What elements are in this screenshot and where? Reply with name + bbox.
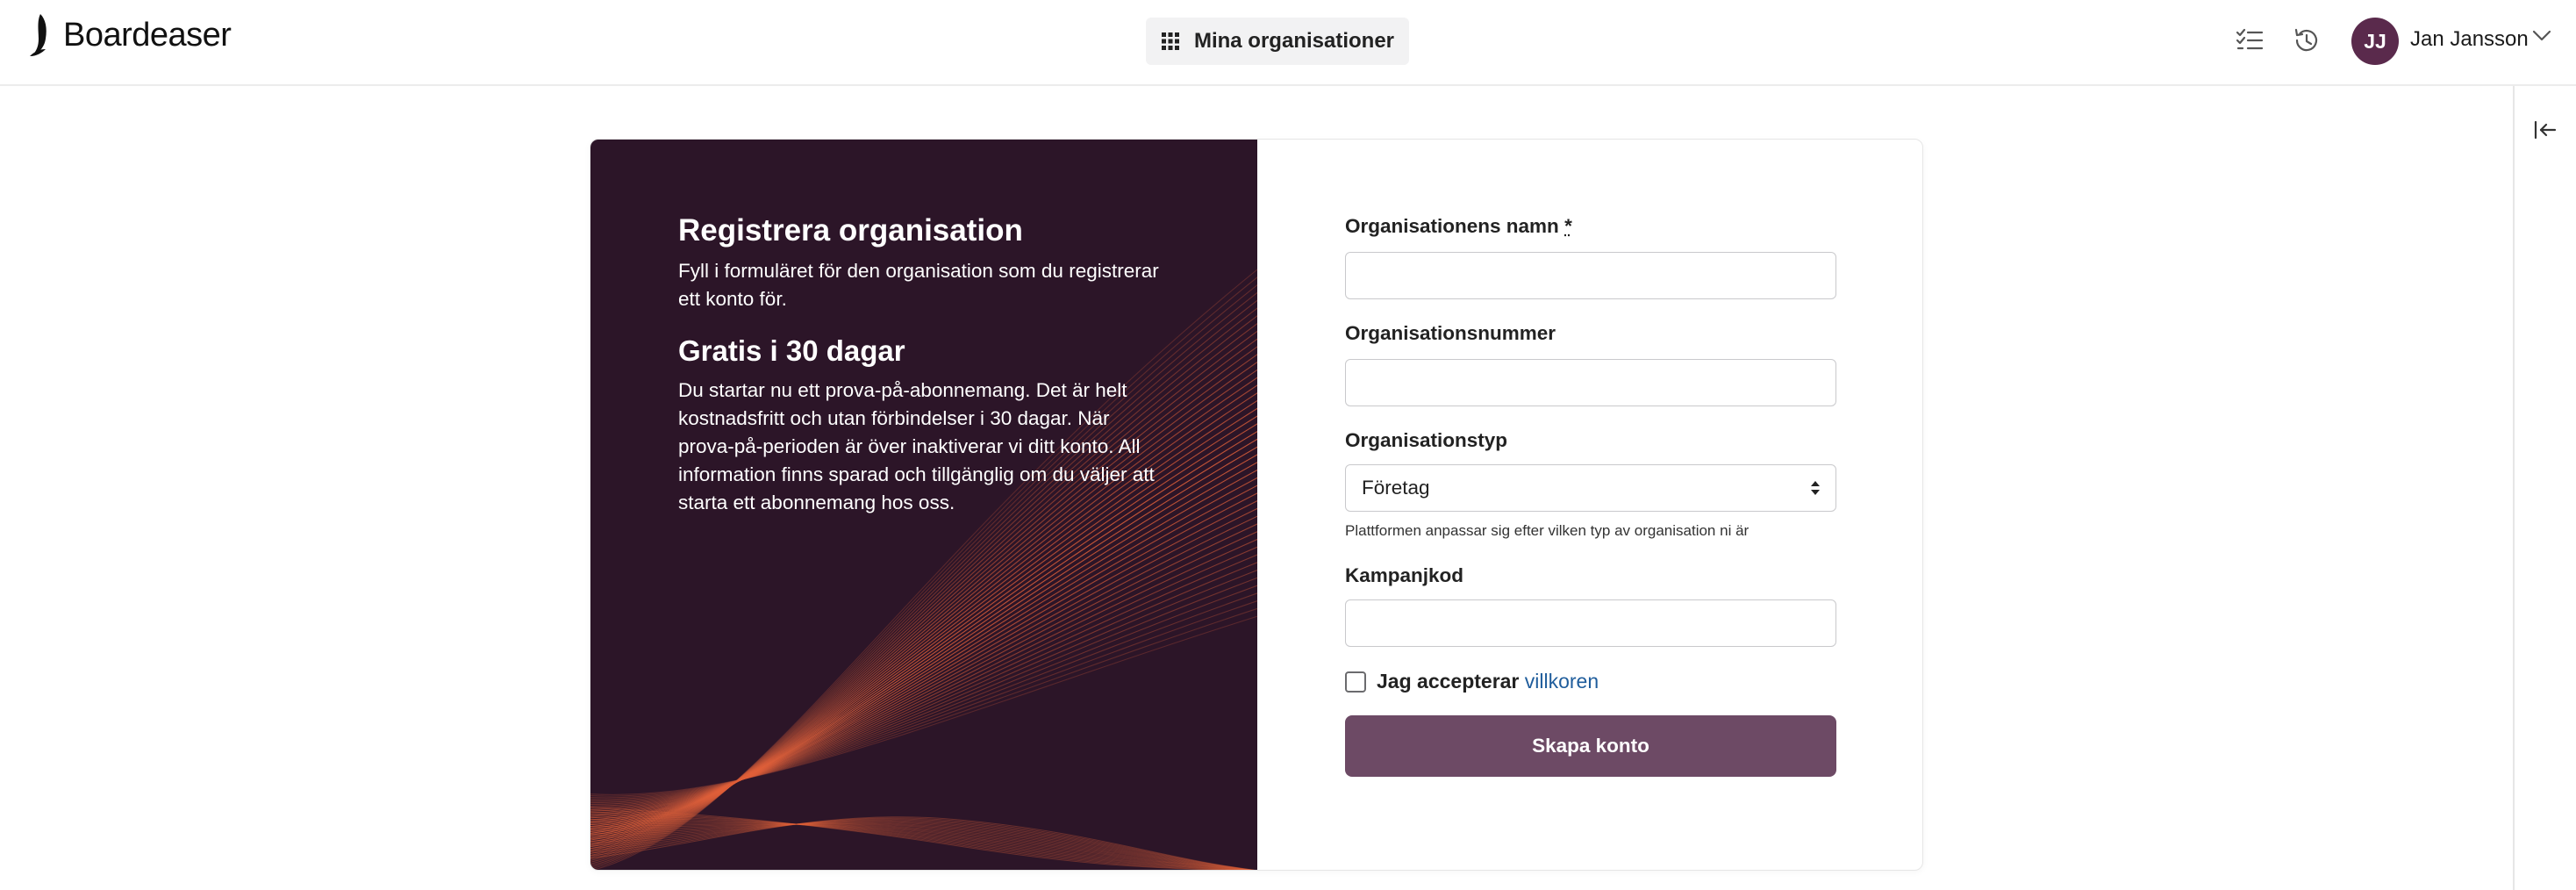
user-name[interactable]: Jan Jansson (2410, 27, 2529, 52)
org-number-input[interactable] (1345, 359, 1836, 406)
top-bar: Boardeaser Mina organisationer JJ Jan Ja… (0, 0, 2576, 86)
wave-line (590, 484, 1257, 824)
intro-panel: Registrera organisation Fyll i formuläre… (590, 140, 1257, 870)
accept-terms-row: Jag accepterar villkoren (1345, 670, 1599, 693)
wave-line (590, 469, 1257, 827)
org-type-label: Organisationstyp (1345, 429, 1508, 451)
accept-terms-checkbox[interactable] (1345, 671, 1366, 693)
chevron-down-icon[interactable] (2532, 30, 2551, 42)
create-account-button[interactable]: Skapa konto (1345, 715, 1836, 777)
campaign-code-input[interactable] (1345, 599, 1836, 647)
org-name-label: Organisationens namn * (1345, 215, 1572, 237)
grid-icon (1161, 32, 1179, 50)
wave-line (590, 515, 1257, 817)
wave-line (590, 507, 1257, 819)
registration-card: Registrera organisation Fyll i formuläre… (590, 139, 1923, 871)
org-type-hint: Plattformen anpassar sig efter vilken ty… (1345, 522, 1750, 539)
tasks-button[interactable] (2231, 22, 2268, 59)
checklist-icon (2236, 28, 2264, 50)
trial-body: Du startar nu ett prova-på-abonnemang. D… (678, 379, 1155, 513)
wave-line (590, 570, 1257, 805)
wave-line (590, 554, 1257, 808)
brand-name: Boardeaser (63, 16, 232, 54)
org-name-input[interactable] (1345, 252, 1836, 299)
history-icon (2294, 28, 2318, 52)
terms-link[interactable]: villkoren (1525, 670, 1599, 693)
user-avatar[interactable]: JJ (2351, 18, 2399, 65)
org-type-selected: Företag (1362, 477, 1430, 499)
collapse-panel-icon[interactable] (2534, 119, 2557, 140)
accept-terms-label: Jag accepterar villkoren (1377, 670, 1599, 693)
my-organizations-button[interactable]: Mina organisationer (1146, 18, 1409, 65)
side-panel (2513, 86, 2576, 890)
wave-line (590, 500, 1257, 821)
wave-line (590, 577, 1257, 804)
history-button[interactable] (2288, 22, 2325, 59)
wave-line (590, 562, 1257, 807)
wave-line (590, 538, 1257, 812)
trial-title: Gratis i 30 dagar (678, 334, 905, 367)
intro-title: Registrera organisation (678, 213, 1023, 248)
campaign-code-label: Kampanjkod (1345, 564, 1464, 586)
select-arrows-icon (1811, 481, 1820, 495)
wave-line (590, 585, 1257, 802)
wave-line (590, 546, 1257, 810)
wave-line (590, 531, 1257, 814)
org-number-label: Organisationsnummer (1345, 322, 1556, 344)
required-marker: * (1564, 215, 1572, 237)
wave-line (590, 523, 1257, 815)
user-initials: JJ (2364, 29, 2386, 53)
wave-line (590, 291, 1257, 866)
intro-subtitle: Fyll i formuläret för den organisation s… (678, 260, 1159, 310)
my-organizations-label: Mina organisationer (1193, 29, 1395, 53)
org-type-select[interactable]: Företag (1345, 464, 1836, 512)
wave-line (590, 492, 1257, 822)
boardeaser-logo-icon (30, 14, 47, 56)
brand-logo[interactable]: Boardeaser (28, 12, 232, 58)
